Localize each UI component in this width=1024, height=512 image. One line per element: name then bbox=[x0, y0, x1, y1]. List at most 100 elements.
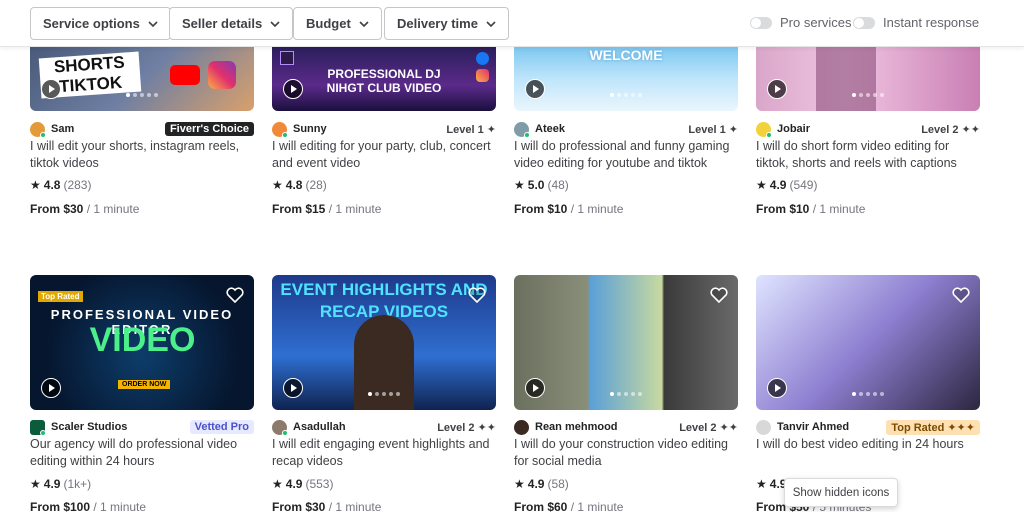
avatar[interactable] bbox=[514, 121, 530, 138]
chevron-down-icon bbox=[486, 20, 496, 27]
play-icon[interactable] bbox=[767, 378, 787, 398]
facebook-icon bbox=[476, 52, 489, 65]
seller-info: Ateek Level 1 ✦ bbox=[514, 121, 738, 138]
star-icon: ★ bbox=[30, 178, 41, 192]
gig-title[interactable]: I will editing for your party, club, con… bbox=[272, 138, 496, 172]
gig-price: From $10 / 1 minute bbox=[756, 202, 866, 216]
star-icon: ★ bbox=[30, 477, 41, 491]
seller-name[interactable]: Jobair bbox=[777, 123, 810, 135]
gig-price: From $10 / 1 minute bbox=[514, 202, 624, 216]
budget-dropdown[interactable]: Budget bbox=[293, 7, 382, 40]
gig-price: From $60 / 1 minute bbox=[514, 500, 624, 512]
avatar[interactable] bbox=[272, 121, 288, 138]
gig-rating: ★ 4.9 (549) bbox=[756, 178, 818, 192]
instant-response-switch[interactable] bbox=[853, 16, 875, 29]
delivery-time-dropdown[interactable]: Delivery time bbox=[384, 7, 509, 40]
seller-name[interactable]: Tanvir Ahmed bbox=[777, 421, 849, 433]
gig-title[interactable]: I will do short form video editing for t… bbox=[756, 138, 980, 172]
carousel-dots[interactable] bbox=[852, 392, 884, 396]
show-hidden-icons-tooltip: Show hidden icons bbox=[784, 478, 898, 507]
play-icon[interactable] bbox=[525, 378, 545, 398]
gig-thumbnail[interactable]: SHORTS TIKTOK bbox=[30, 47, 254, 111]
gig-price: From $100 / 1 minute bbox=[30, 500, 147, 512]
gig-rating: ★ 4.8 (283) bbox=[30, 178, 92, 192]
seller-name[interactable]: Scaler Studios bbox=[51, 421, 127, 433]
online-indicator bbox=[282, 429, 288, 436]
gig-title[interactable]: I will edit engaging event highlights an… bbox=[272, 436, 496, 470]
play-icon[interactable] bbox=[767, 79, 787, 99]
play-icon[interactable] bbox=[41, 378, 61, 398]
gig-thumbnail[interactable] bbox=[514, 275, 738, 410]
star-icon: ★ bbox=[514, 477, 525, 491]
seller-details-label: Seller details bbox=[182, 16, 263, 31]
seller-info: Tanvir Ahmed Top Rated ✦✦✦ bbox=[756, 419, 980, 435]
after-effects-icon bbox=[280, 51, 294, 65]
gig-title[interactable]: I will do your construction video editin… bbox=[514, 436, 738, 470]
seller-name[interactable]: Asadullah bbox=[293, 421, 346, 433]
instant-response-toggle[interactable]: Instant response bbox=[853, 15, 979, 30]
seller-info: Jobair Level 2 ✦✦ bbox=[756, 121, 980, 138]
avatar[interactable] bbox=[756, 121, 772, 138]
pro-services-switch[interactable] bbox=[750, 16, 772, 29]
heart-icon[interactable] bbox=[952, 287, 970, 303]
seller-level: Level 1 ✦ bbox=[688, 123, 738, 136]
play-icon[interactable] bbox=[283, 79, 303, 99]
online-indicator bbox=[524, 131, 530, 138]
carousel-dots[interactable] bbox=[610, 93, 642, 97]
carousel-dots[interactable] bbox=[610, 392, 642, 396]
heart-icon[interactable] bbox=[468, 287, 486, 303]
chevron-down-icon bbox=[359, 20, 369, 27]
star-icon: ★ bbox=[756, 477, 767, 491]
gig-title[interactable]: I will do best video editing in 24 hours bbox=[756, 436, 980, 453]
service-options-dropdown[interactable]: Service options bbox=[30, 7, 171, 40]
gig-thumbnail[interactable] bbox=[756, 275, 980, 410]
chevron-down-icon bbox=[148, 20, 158, 27]
avatar[interactable] bbox=[30, 419, 46, 436]
seller-info: Rean mehmood Level 2 ✦✦ bbox=[514, 419, 738, 435]
star-icon: ★ bbox=[272, 477, 283, 491]
gig-title[interactable]: I will do professional and funny gaming … bbox=[514, 138, 738, 172]
heart-icon[interactable] bbox=[226, 287, 244, 303]
seller-name[interactable]: Sam bbox=[51, 123, 74, 135]
gig-price: From $30 / 1 minute bbox=[30, 202, 140, 216]
pro-services-toggle[interactable]: Pro services bbox=[750, 15, 852, 30]
chevron-down-icon bbox=[270, 20, 280, 27]
gig-thumbnail[interactable] bbox=[756, 47, 980, 111]
gig-rating: ★ 5.0 (48) bbox=[514, 178, 569, 192]
heart-icon[interactable] bbox=[710, 287, 728, 303]
gig-thumbnail[interactable]: WELCOME bbox=[514, 47, 738, 111]
seller-info: Scaler Studios Vetted Pro bbox=[30, 419, 254, 436]
avatar[interactable] bbox=[514, 419, 529, 435]
online-indicator bbox=[40, 429, 46, 436]
seller-info: Asadullah Level 2 ✦✦ bbox=[272, 419, 496, 436]
instant-response-label: Instant response bbox=[883, 15, 980, 30]
gig-title[interactable]: I will edit your shorts, instagram reels… bbox=[30, 138, 254, 172]
gig-price: From $15 / 1 minute bbox=[272, 202, 382, 216]
seller-details-dropdown[interactable]: Seller details bbox=[169, 7, 294, 40]
seller-level: Level 1 ✦ bbox=[446, 123, 496, 136]
pro-services-label: Pro services bbox=[780, 15, 852, 30]
top-rated-label: Top Rated bbox=[38, 291, 83, 302]
play-icon[interactable] bbox=[41, 79, 61, 99]
seller-name[interactable]: Sunny bbox=[293, 123, 327, 135]
gig-title[interactable]: Our agency will do professional video ed… bbox=[30, 436, 254, 470]
play-icon[interactable] bbox=[283, 378, 303, 398]
carousel-dots[interactable] bbox=[126, 93, 158, 97]
avatar[interactable] bbox=[272, 419, 288, 436]
gig-thumbnail[interactable]: PROFESSIONAL DJ NIHGT CLUB VIDEO bbox=[272, 47, 496, 111]
avatar[interactable] bbox=[756, 419, 771, 435]
carousel-dots[interactable] bbox=[368, 392, 400, 396]
carousel-dots[interactable] bbox=[852, 93, 884, 97]
play-icon[interactable] bbox=[525, 79, 545, 99]
online-indicator bbox=[40, 131, 46, 138]
fiverrs-choice-badge: Fiverr's Choice bbox=[164, 122, 254, 136]
avatar[interactable] bbox=[30, 121, 46, 138]
seller-name[interactable]: Ateek bbox=[535, 123, 565, 135]
gig-thumbnail[interactable]: Top Rated PROFESSIONAL VIDEO EDITOR VIDE… bbox=[30, 275, 254, 410]
vetted-pro-badge: Vetted Pro bbox=[189, 420, 254, 434]
youtube-icon bbox=[170, 65, 200, 85]
seller-name[interactable]: Rean mehmood bbox=[535, 421, 618, 433]
gig-rating: ★ 4.8 (28) bbox=[272, 178, 327, 192]
gig-thumbnail[interactable]: EVENT HIGHLIGHTS AND RECAP VIDEOS bbox=[272, 275, 496, 410]
star-icon: ★ bbox=[514, 178, 525, 192]
